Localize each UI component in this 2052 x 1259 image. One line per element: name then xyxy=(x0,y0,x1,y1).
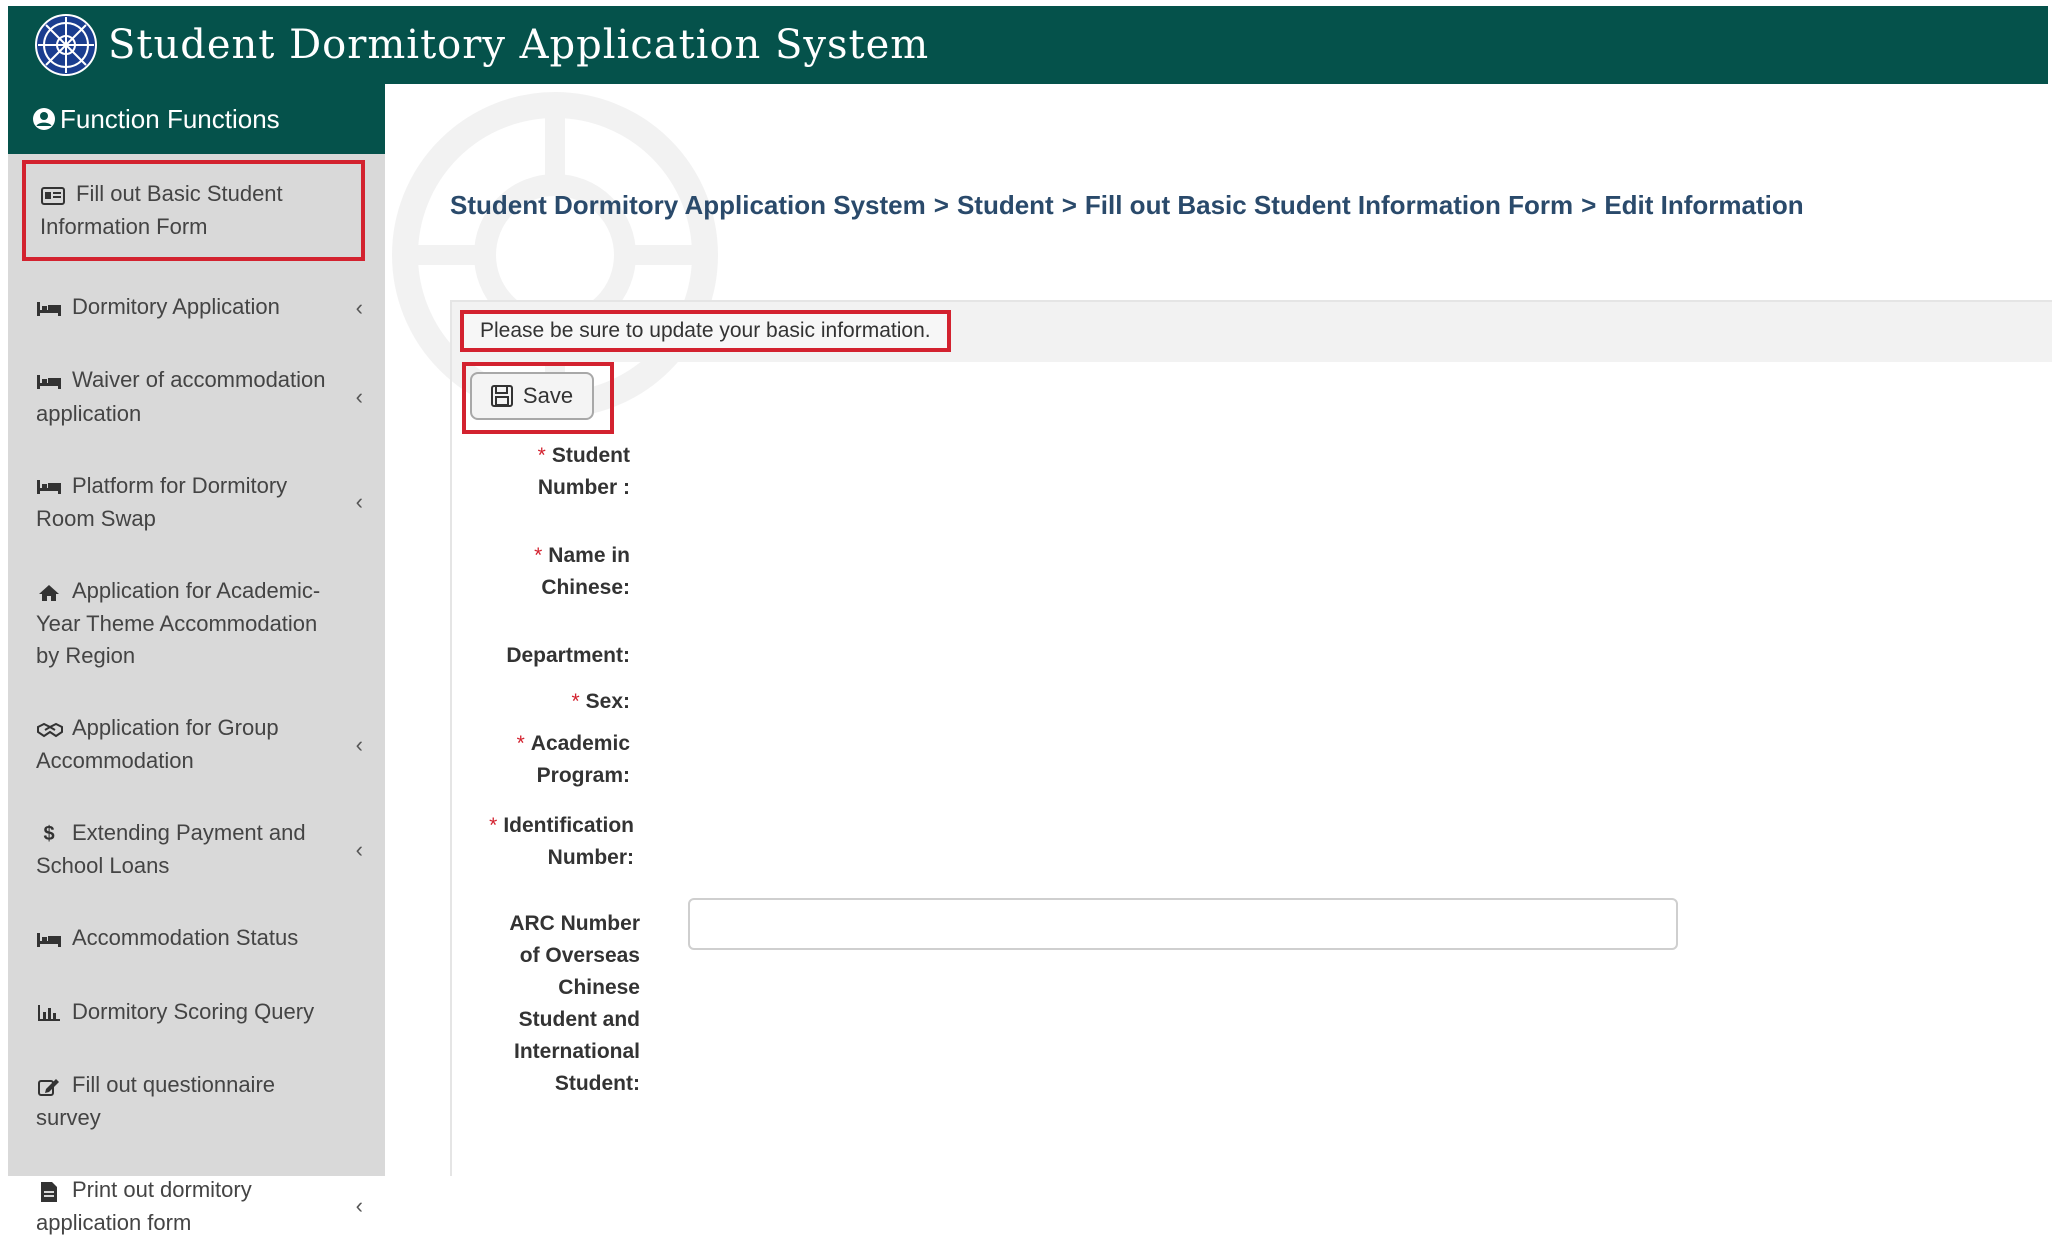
user-circle-icon xyxy=(33,108,55,130)
sidebar-item-accommodation-status[interactable]: Accommodation Status xyxy=(8,902,385,975)
bed-icon xyxy=(36,924,62,956)
sidebar-item-label: Dormitory Scoring Query xyxy=(72,998,315,1024)
sidebar-nav: Fill out Basic Student Information Form … xyxy=(8,160,385,1259)
arc-number-input[interactable] xyxy=(688,898,1678,950)
chinese-name-label: * Name in Chinese: xyxy=(534,544,630,599)
bed-icon xyxy=(36,292,62,324)
required-mark: * xyxy=(571,690,580,713)
chevron-left-icon: ‹ xyxy=(355,1193,363,1219)
university-logo-icon xyxy=(35,14,97,76)
sidebar-item-label: Accommodation Status xyxy=(72,925,299,951)
required-mark: * xyxy=(537,444,546,467)
save-button[interactable]: Save xyxy=(470,372,594,420)
save-button-label: Save xyxy=(522,383,574,408)
sidebar-item-label: Application for Academic-Year Theme Acco… xyxy=(36,577,321,668)
required-mark: * xyxy=(534,544,543,567)
sidebar-item-label: Dormitory Application xyxy=(72,294,280,320)
sidebar-heading-label: Function Functions xyxy=(60,103,280,134)
app-header: Student Dormitory Application System xyxy=(8,6,2048,84)
sidebar-item-basic-info[interactable]: Fill out Basic Student Information Form xyxy=(22,160,365,262)
sidebar-item-label: Waiver of accommodation application xyxy=(36,367,326,426)
department-label: Department: xyxy=(506,644,630,667)
dollar-icon: $ xyxy=(43,823,55,846)
chevron-left-icon: ‹ xyxy=(355,731,363,757)
chevron-left-icon: ‹ xyxy=(355,383,363,409)
breadcrumb-separator: > xyxy=(933,190,949,220)
required-mark: * xyxy=(489,814,498,837)
sidebar-item-print-form[interactable]: Print out dormitory application form ‹ xyxy=(8,1154,385,1259)
sidebar-item-payment-loans[interactable]: $ Extending Payment and School Loans ‹ xyxy=(8,797,385,902)
breadcrumb: Student Dormitory Application System > Stu… xyxy=(450,190,1804,221)
identification-number-label: * Identification Number: xyxy=(489,814,634,869)
sidebar-item-label: Fill out questionnaire survey xyxy=(36,1071,276,1130)
sidebar-item-label: Application for Group Accommodation xyxy=(36,714,279,774)
sex-label: * Sex: xyxy=(571,690,630,713)
sidebar-item-group-accommodation[interactable]: Application for Group Accommodation ‹ xyxy=(8,692,385,797)
sidebar-item-dormitory-application[interactable]: Dormitory Application ‹ xyxy=(8,271,385,344)
sidebar-item-label: Extending Payment and School Loans xyxy=(36,820,306,879)
sidebar-item-scoring-query[interactable]: Dormitory Scoring Query xyxy=(8,976,385,1049)
file-icon xyxy=(36,1175,62,1207)
sidebar-item-label: Platform for Dormitory Room Swap xyxy=(36,472,288,531)
sidebar-item-theme-accommodation[interactable]: Application for Academic-Year Theme Acco… xyxy=(8,555,385,692)
breadcrumb-separator: > xyxy=(1061,190,1077,220)
chevron-left-icon: ‹ xyxy=(355,836,363,862)
breadcrumb-item-system[interactable]: Student Dormitory Application System xyxy=(450,190,926,220)
chevron-left-icon: ‹ xyxy=(355,489,363,515)
handshake-icon xyxy=(36,713,63,745)
home-icon xyxy=(36,576,62,608)
bed-icon xyxy=(36,471,62,503)
sidebar: Function Functions Fill out Basic Studen… xyxy=(8,84,385,1235)
sidebar-item-room-swap[interactable]: Platform for Dormitory Room Swap ‹ xyxy=(8,450,385,555)
breadcrumb-separator: > xyxy=(1581,190,1597,220)
sidebar-item-label: Fill out Basic Student Information Form xyxy=(40,181,283,240)
floppy-disk-icon xyxy=(490,385,513,407)
content-panel xyxy=(450,300,2052,1176)
breadcrumb-item-student[interactable]: Student xyxy=(957,190,1054,220)
breadcrumb-item-form[interactable]: Fill out Basic Student Information Form xyxy=(1085,190,1573,220)
academic-program-label: * Academic Program: xyxy=(516,732,630,787)
chevron-left-icon: ‹ xyxy=(355,294,363,320)
sidebar-item-questionnaire[interactable]: Fill out questionnaire survey xyxy=(8,1049,385,1154)
sidebar-item-label: Print out dormitory application form xyxy=(36,1176,252,1236)
breadcrumb-item-current: Edit Information xyxy=(1604,190,1804,220)
required-mark: * xyxy=(516,732,525,755)
sidebar-heading: Function Functions xyxy=(8,84,385,154)
sidebar-item-waiver[interactable]: Waiver of accommodation application ‹ xyxy=(8,344,385,449)
student-number-label: * Student Number : xyxy=(537,444,630,499)
edit-icon xyxy=(36,1070,62,1102)
arc-number-label: ARC Number of Overseas Chinese Student a… xyxy=(509,912,640,1095)
bar-chart-icon xyxy=(36,997,62,1029)
app-title: Student Dormitory Application System xyxy=(108,22,930,68)
id-card-icon xyxy=(40,179,66,211)
bed-icon xyxy=(36,366,62,398)
update-notice: Please be sure to update your basic info… xyxy=(460,310,951,352)
